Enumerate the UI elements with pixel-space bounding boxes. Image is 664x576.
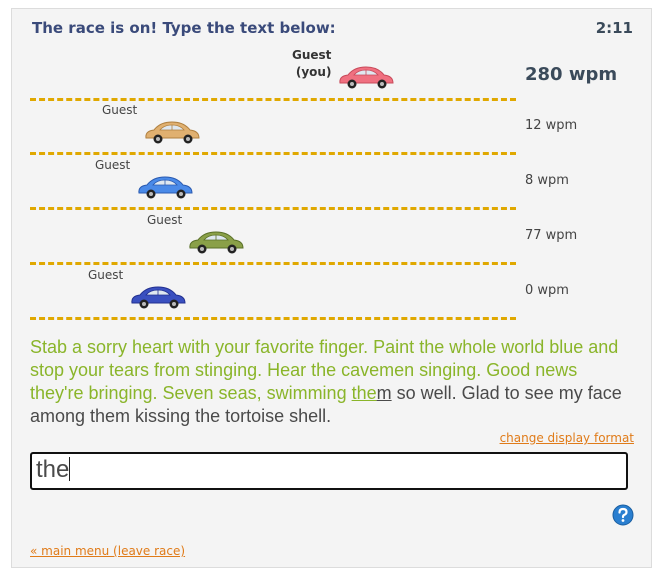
racer-wpm: 12 wpm (525, 118, 578, 133)
racer-name: Guest (you) (292, 48, 332, 79)
race-lane: Guest (30, 101, 516, 155)
racer-name: Guest (95, 158, 131, 172)
passage-current-word-rest: m (376, 383, 392, 403)
race-lane: Guest (you) (30, 47, 516, 101)
car-icon (339, 66, 394, 89)
racer-name: Guest (147, 213, 183, 227)
typing-input[interactable]: the (30, 452, 628, 490)
typing-input-value: the (36, 456, 70, 483)
car-icon (189, 231, 244, 254)
racer-wpm: 77 wpm (525, 228, 578, 243)
race-timer: 2:11 (595, 19, 633, 37)
main-menu-leave-race-link[interactable]: « main menu (leave race) (30, 544, 185, 558)
racer-name: Guest (88, 268, 124, 282)
car-icon (138, 176, 193, 199)
race-lane: Guest (30, 266, 516, 320)
you-label: (you) (295, 65, 332, 79)
racer-wpm: 8 wpm (525, 173, 569, 188)
passage-current-word-typed: the (351, 383, 377, 403)
race-status-title: The race is on! Type the text below: (32, 19, 336, 37)
racer-wpm: 0 wpm (525, 283, 569, 298)
race-passage: Stab a sorry heart with your favorite fi… (30, 336, 630, 428)
help-icon[interactable] (612, 504, 634, 526)
text-caret (69, 457, 71, 481)
racer-name: Guest (102, 103, 138, 117)
car-icon (145, 121, 200, 144)
race-lane: Guest (30, 211, 516, 265)
change-display-format-link[interactable]: change display format (500, 431, 634, 445)
car-icon (131, 286, 186, 309)
race-lane: Guest (30, 156, 516, 210)
race-panel: The race is on! Type the text below: 2:1… (11, 8, 652, 568)
racer-wpm: 280 wpm (525, 64, 618, 85)
